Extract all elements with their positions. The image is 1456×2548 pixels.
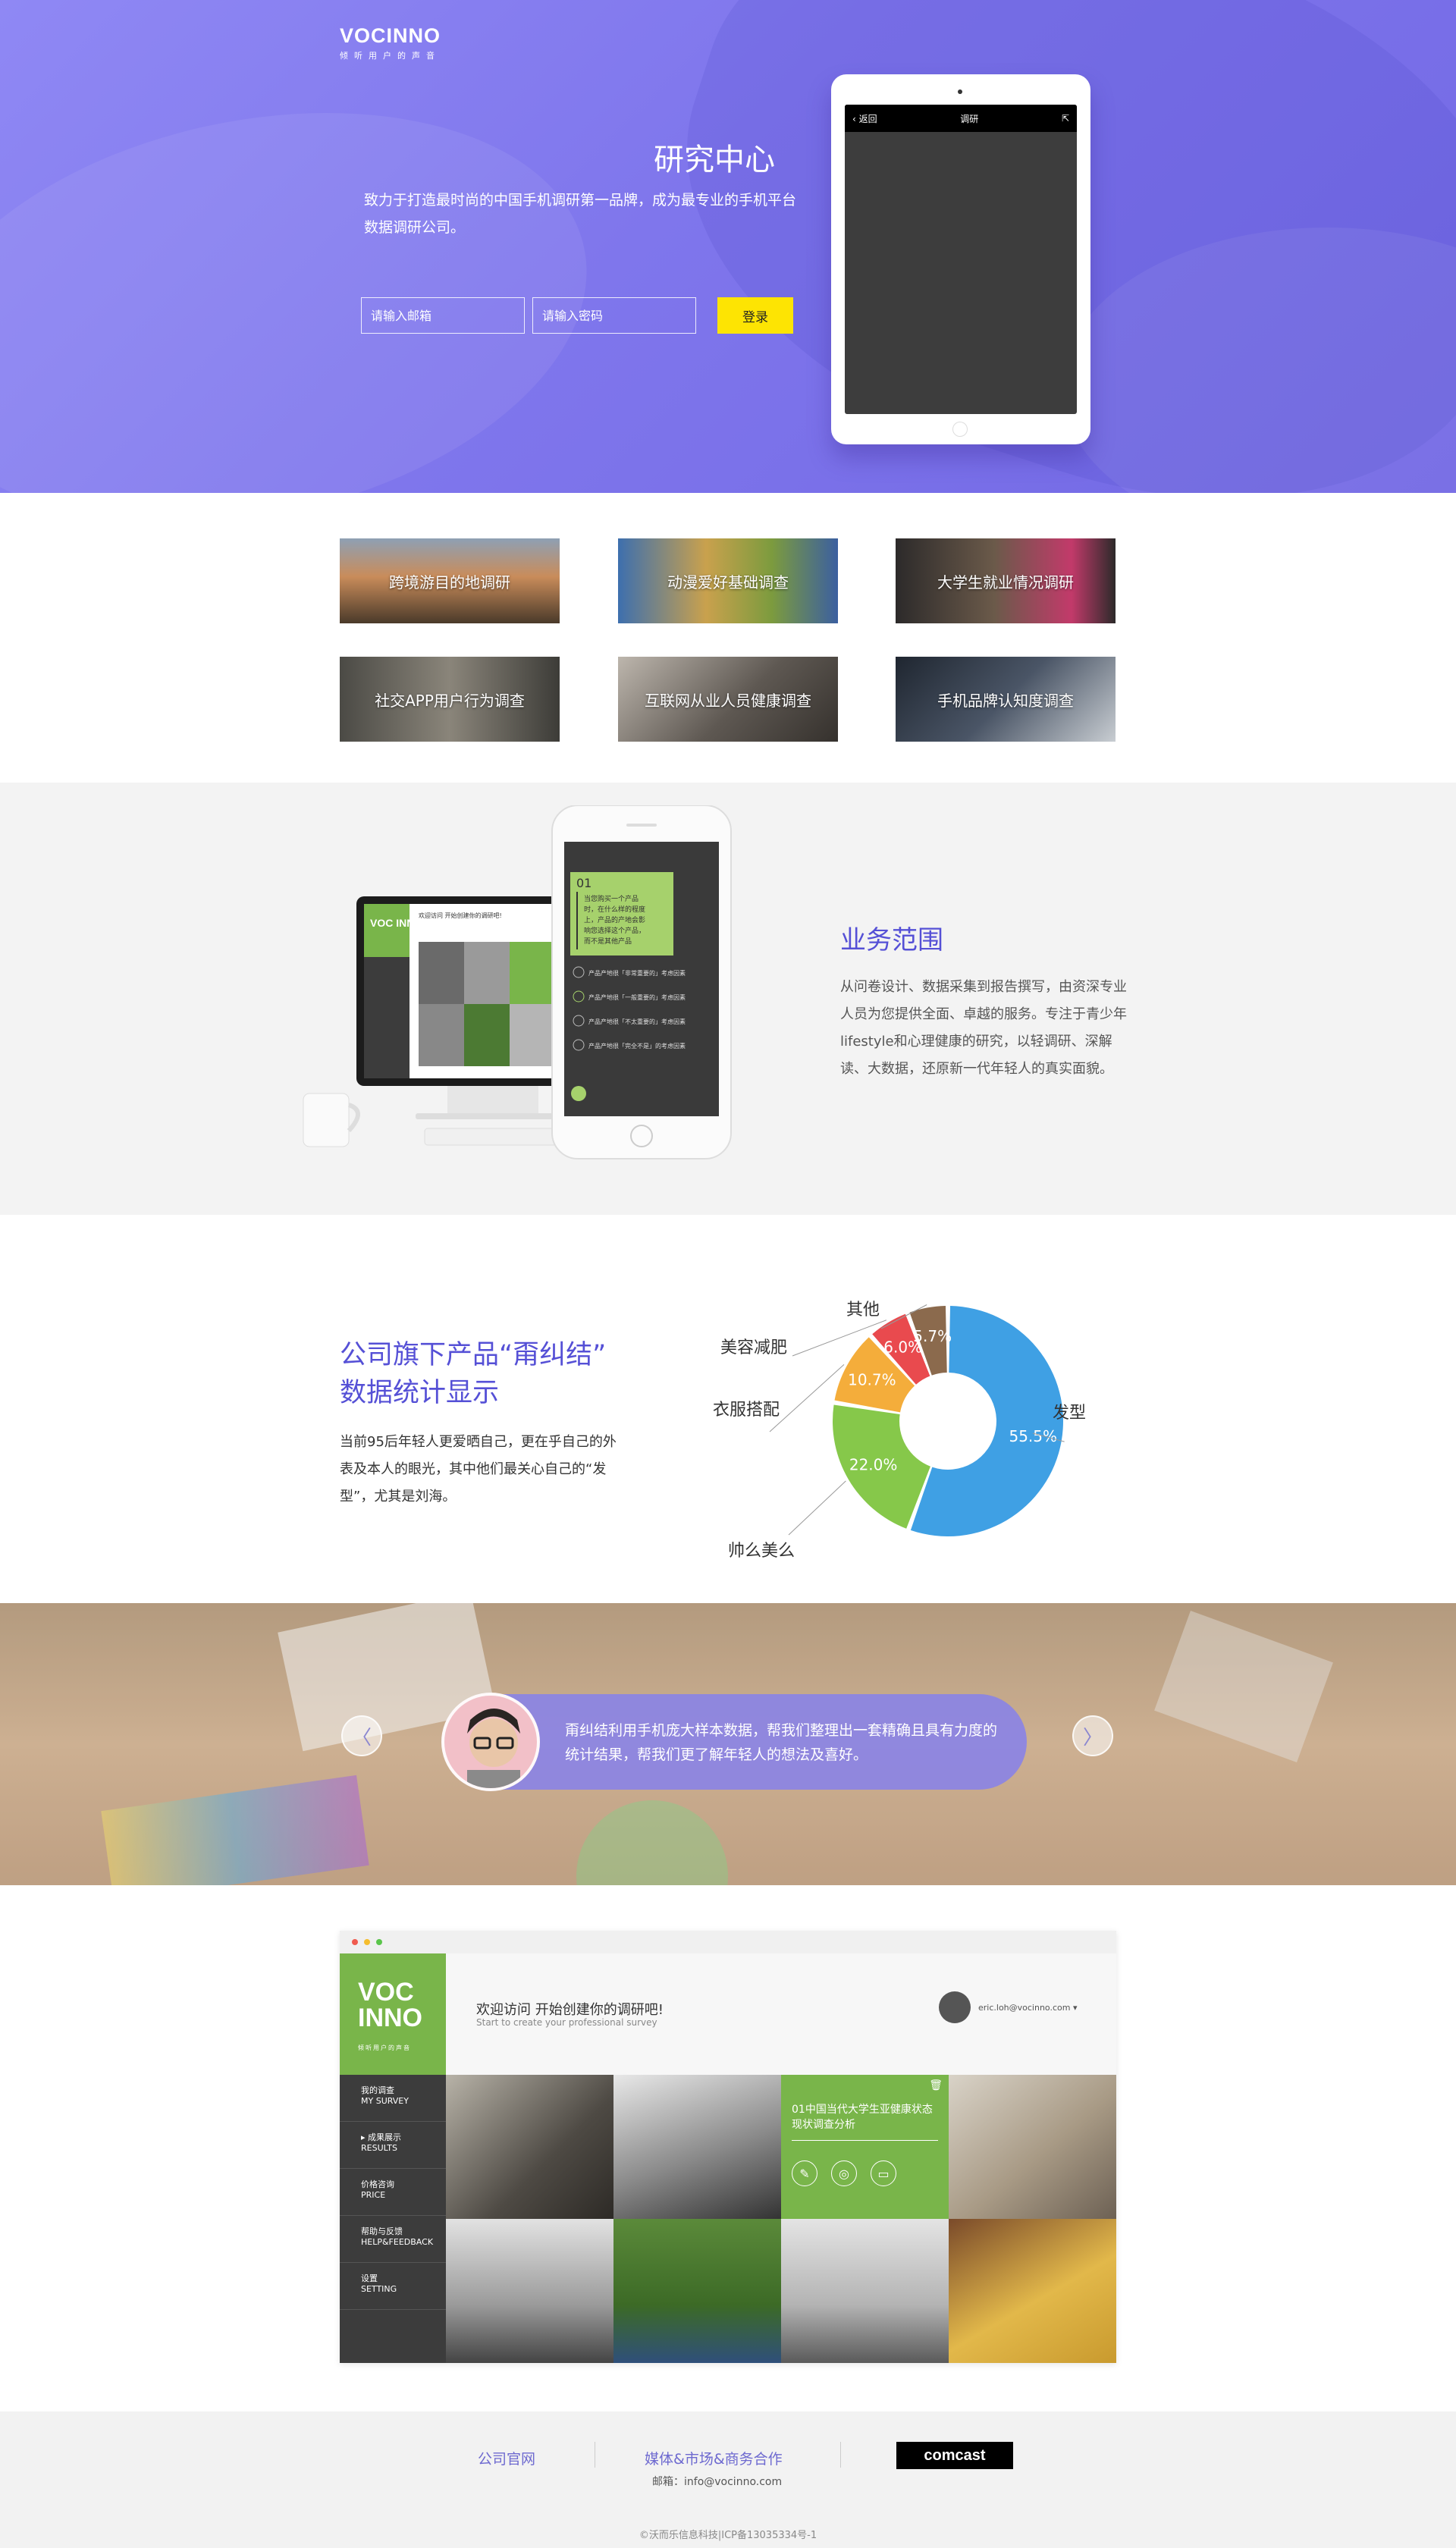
survey-card-label: 动漫爱好基础调查 (667, 573, 789, 592)
globe-icon[interactable]: ◎ (831, 2160, 857, 2186)
sidebar-item-my-survey[interactable]: 我的调查 MY SURVEY (340, 2075, 446, 2122)
monitor-welcome: 欢迎访问 开始创建你的调研吧! (419, 912, 502, 919)
page-title: 研究中心 (654, 143, 775, 177)
sidebar-item-price[interactable]: 价格咨询 PRICE (340, 2169, 446, 2216)
pie-value-label: 10.7% (848, 1371, 896, 1389)
pie-value-label: 55.5% (1009, 1427, 1057, 1445)
login-button[interactable]: 登录 (717, 297, 793, 334)
survey-card-label: 手机品牌认知度调查 (937, 691, 1074, 710)
survey-tile[interactable] (613, 2075, 781, 2219)
donut-chart: 55.5%发型22.0%帅么美么10.7%衣服搭配6.0%美容减肥5.7%其他 (713, 1301, 1086, 1561)
trash-icon[interactable]: 🗑 (929, 2079, 943, 2091)
devices-illustration: VOC INNO 欢迎访问 开始创建你的调研吧! 01 当您购买一个产品 时，在… (303, 805, 732, 1159)
survey-tile[interactable] (613, 2219, 781, 2363)
testimonial-quote: 甭纠结利用手机庞大样本数据，帮我们整理出一套精确且具有力度的统计结果，帮我们更了… (565, 1722, 998, 1763)
pie-value-label: 22.0% (849, 1456, 898, 1474)
footer: 公司官网 媒体&市场&商务合作 邮箱：info@vocinno.com comc… (0, 2412, 1456, 2548)
phone-question-number: 01 (576, 876, 592, 890)
survey-card-label: 社交APP用户行为调查 (375, 691, 525, 710)
contact-email: 邮箱：info@vocinno.com (652, 2476, 783, 2488)
official-site-link[interactable]: 公司官网 (478, 2448, 535, 2468)
email-input[interactable] (361, 297, 525, 334)
business-title: 业务范围 (840, 925, 943, 956)
survey-card-label: 跨境游目的地调研 (389, 573, 510, 592)
dashboard-preview-section: VOC INNO 倾听用户的声音 我的调查 MY SURVEY ▸ 成果展示 RESU… (0, 1885, 1456, 2412)
tablet-title: 调研 (960, 113, 979, 124)
survey-tile-featured[interactable]: 🗑 01中国当代大学生亚健康状态现状调查分析 ✎ ◎ ▭ (781, 2075, 949, 2219)
dashboard-window: VOC INNO 倾听用户的声音 我的调查 MY SURVEY ▸ 成果展示 RESU… (340, 1931, 1116, 2363)
survey-tile[interactable] (949, 2075, 1116, 2219)
survey-card-label: 大学生就业情况调研 (937, 573, 1074, 592)
dashboard-welcome-en: Start to create your professional survey (476, 2017, 657, 2028)
svg-text:产品产地很「一般重要的」考虑因素: 产品产地很「一般重要的」考虑因素 (588, 993, 686, 1001)
svg-text:响您选择这个产品，: 响您选择这个产品， (584, 926, 645, 935)
comment-icon[interactable]: ▭ (871, 2160, 896, 2186)
logo-subtitle: 倾听用户的声音 (340, 51, 441, 61)
stats-title: 公司旗下产品“甭纠结” 数据统计显示 (340, 1336, 606, 1412)
user-email: eric.loh@vocinno.com ▾ (978, 2002, 1078, 2013)
survey-grid: 🗑 01中国当代大学生亚健康状态现状调查分析 ✎ ◎ ▭ (446, 2075, 1116, 2363)
survey-cards-section: 跨境游目的地调研 动漫爱好基础调查 大学生就业情况调研 社交APP用户行为调查 … (0, 493, 1456, 783)
pie-category-label: 美容减肥 (720, 1338, 787, 1357)
survey-card[interactable]: 手机品牌认知度调查 (896, 657, 1116, 742)
home-button-icon (952, 422, 968, 437)
survey-card[interactable]: 互联网从业人员健康调查 (618, 657, 838, 742)
tablet-back-label: ‹ 返回 (852, 113, 877, 124)
business-section: VOC INNO 欢迎访问 开始创建你的调研吧! 01 当您购买一个产品 时，在… (0, 783, 1456, 1215)
hero-section: VOCINNO 倾听用户的声音 研究中心 致力于打造最时尚的中国手机调研第一品牌… (0, 0, 1456, 493)
carousel-prev-button[interactable]: 〈 (341, 1715, 382, 1756)
svg-text:时，在什么样的程度: 时，在什么样的程度 (584, 905, 645, 914)
callout-line (788, 1480, 846, 1536)
sidebar-item-results[interactable]: ▸ 成果展示 RESULTS (340, 2122, 446, 2169)
avatar (939, 1991, 971, 2023)
hero-description: 致力于打造最时尚的中国手机调研第一品牌，成为最专业的手机平台数据调研公司。 (364, 192, 797, 236)
survey-card[interactable]: 动漫爱好基础调查 (618, 538, 838, 623)
svg-text:上，产品的产地会影: 上，产品的产地会影 (584, 915, 645, 924)
pie-category-label: 帅么美么 (728, 1542, 795, 1561)
survey-card[interactable]: 跨境游目的地调研 (340, 538, 560, 623)
tablet-screen: ‹ 返回 调研 ⇱ (845, 105, 1077, 414)
svg-text:产品产地很「非常重要的」考虑因素: 产品产地很「非常重要的」考虑因素 (588, 969, 686, 977)
pie-category-label: 其他 (846, 1301, 880, 1320)
business-description: 从问卷设计、数据采集到报告撰写，由资深专业人员为您提供全面、卓越的服务。专注于青… (840, 979, 1127, 1077)
edit-icon[interactable]: ✎ (792, 2160, 817, 2186)
tablet-mockup: ‹ 返回 调研 ⇱ (831, 74, 1090, 444)
svg-text:当您购买一个产品: 当您购买一个产品 (584, 894, 639, 903)
logo-text: VOCINNO (340, 24, 441, 47)
carousel-next-button[interactable]: 〉 (1072, 1715, 1113, 1756)
user-menu[interactable]: eric.loh@vocinno.com ▾ (939, 1991, 1077, 2023)
vocinno-logo[interactable]: VOCINNO 倾听用户的声音 (340, 24, 441, 61)
sidebar-item-setting[interactable]: 设置 SETTING (340, 2263, 446, 2310)
pie-category-label: 发型 (1053, 1404, 1086, 1423)
share-icon: ⇱ (1061, 113, 1069, 124)
dashboard-sidebar: VOC INNO 倾听用户的声音 我的调查 MY SURVEY ▸ 成果展示 RESU… (340, 1953, 446, 2363)
pie-value-label: 5.7% (913, 1327, 952, 1345)
sidebar-item-help[interactable]: 帮助与反馈 HELP&FEEDBACK (340, 2216, 446, 2263)
survey-card[interactable]: 大学生就业情况调研 (896, 538, 1116, 623)
survey-tile[interactable] (781, 2219, 949, 2363)
stats-description: 当前95后年轻人更爱晒自己，更在乎自己的外表及本人的眼光，其中他们最关心自己的“… (340, 1434, 617, 1505)
survey-tile[interactable] (949, 2219, 1116, 2363)
dashboard-logo: VOC INNO 倾听用户的声音 (340, 1953, 446, 2075)
business-cooperation-link[interactable]: 媒体&市场&商务合作 (645, 2448, 783, 2468)
copyright: ©沃而乐信息科技|ICP备13035334号-1 (639, 2530, 817, 2541)
password-input[interactable] (532, 297, 696, 334)
stats-title-line1: 公司旗下产品“甭纠结” (340, 1340, 607, 1370)
dashboard-welcome: 欢迎访问 开始创建你的调研吧! (476, 2002, 664, 2018)
pie-category-label: 衣服搭配 (713, 1401, 780, 1420)
survey-card-label: 互联网从业人员健康调查 (645, 691, 811, 710)
svg-text:产品产地很「完全不是」的考虑因素: 产品产地很「完全不是」的考虑因素 (588, 1042, 686, 1050)
monitor-logo: VOC INNO (370, 917, 422, 929)
survey-tile[interactable] (446, 2075, 613, 2219)
featured-survey-title: 01中国当代大学生亚健康状态现状调查分析 (792, 2102, 938, 2141)
svg-text:而不是其他产品: 而不是其他产品 (584, 937, 632, 946)
stats-section: 公司旗下产品“甭纠结” 数据统计显示 当前95后年轻人更爱晒自己，更在乎自己的外… (0, 1215, 1456, 1603)
avatar (441, 1693, 540, 1791)
stats-title-line2: 数据统计显示 (340, 1378, 500, 1408)
svg-text:产品产地很「不太重要的」考虑因素: 产品产地很「不太重要的」考虑因素 (588, 1018, 686, 1025)
testimonial-section: 〈 〉 甭纠结利用手机庞大样本数据，帮我们整理出一套精确且具有力度的统计结果，帮… (0, 1603, 1456, 1885)
survey-tile[interactable] (446, 2219, 613, 2363)
survey-card[interactable]: 社交APP用户行为调查 (340, 657, 560, 742)
comcast-logo: comcast (896, 2442, 1013, 2469)
